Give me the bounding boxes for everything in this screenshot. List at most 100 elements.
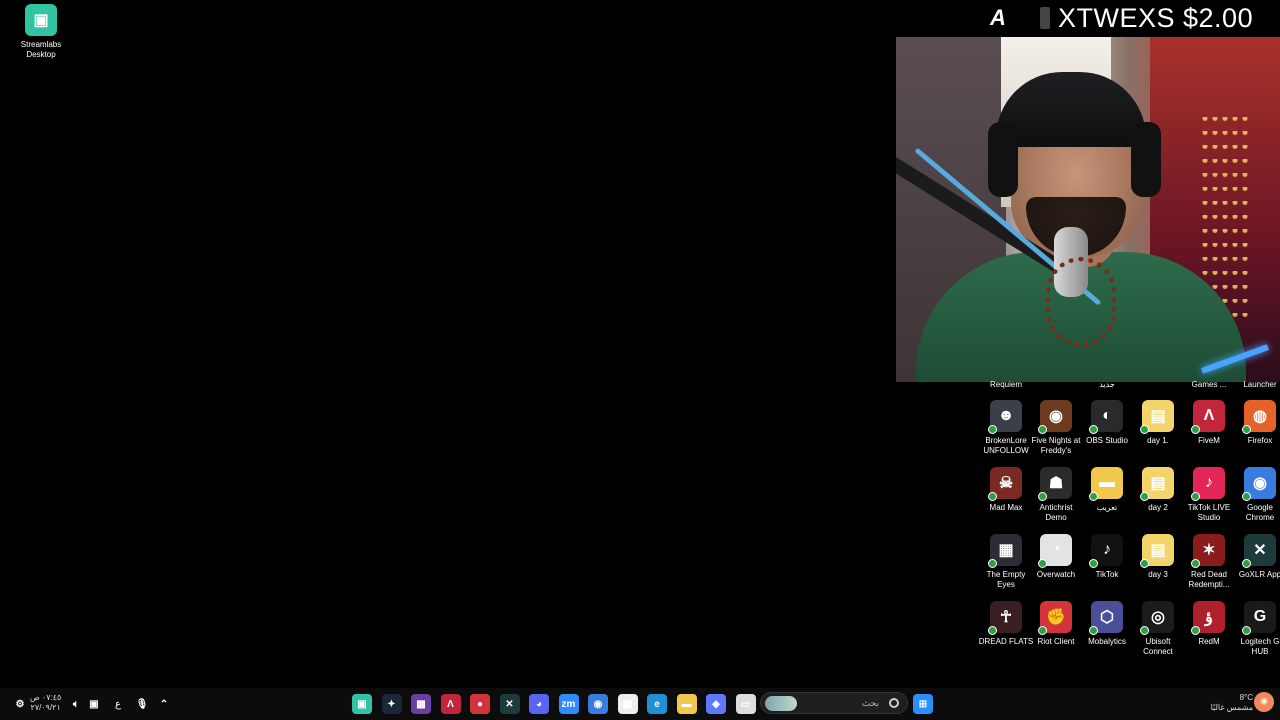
app-icon: ☻	[988, 400, 1022, 434]
desktop-icon[interactable]: ☻ BrokenLore UNFOLLOW	[980, 400, 1032, 456]
taskbar-search[interactable]: بحث	[760, 692, 908, 714]
streamlabs-taskbar-icon[interactable]: ▣	[352, 694, 372, 714]
edge-taskbar-icon[interactable]: e	[647, 694, 667, 714]
sync-check-icon	[1140, 425, 1149, 434]
desktop-icon[interactable]: G Logitech G HUB	[1234, 601, 1280, 657]
desktop-icon-label: Mad Max	[989, 503, 1023, 512]
copilot-taskbar-icon[interactable]: ◈	[706, 694, 726, 714]
chevron-up-icon[interactable]: ⌃	[156, 694, 172, 714]
desktop-icon-label-partial[interactable]: Requiem	[980, 380, 1032, 390]
app-red-taskbar-icon[interactable]: ●	[470, 694, 490, 714]
desktop-icon[interactable]: ▤ day 1.	[1132, 400, 1184, 446]
sync-check-icon	[1089, 492, 1098, 501]
sync-check-icon	[1140, 492, 1149, 501]
app-icon: ⬡	[1089, 601, 1123, 635]
desktop-icon[interactable]: ▤ day 3	[1132, 534, 1184, 580]
desktop-icon[interactable]: ✕ GoXLR App	[1234, 534, 1280, 580]
sync-check-icon	[1191, 425, 1200, 434]
sync-check-icon	[1038, 559, 1047, 568]
clock-time: ٠٧:٤٥ ص	[30, 693, 62, 702]
desktop-icon-label: تعريب	[1096, 503, 1118, 512]
language-indicator[interactable]: ع	[110, 694, 126, 714]
desktop-icon-label: OBS Studio	[1086, 436, 1128, 445]
taskbar: ⚙ ٠٧:٤٥ ص ٢٧/٠٩/٢١ 🔈︎ ▣ ع 🎙︎ ⌃ ▣ ✦ ▩ Λ ● ✕ ◕ zm…	[0, 688, 1280, 720]
desktop-icon-label: Firefox	[1247, 436, 1273, 445]
streamlabs-icon: ▣	[25, 4, 57, 36]
desktop-icon-label: DREAD FLATS	[978, 637, 1034, 646]
desktop-icon[interactable]: ✶ Red Dead Redempti...	[1183, 534, 1235, 590]
weather-sun-icon: ☀	[1254, 692, 1274, 712]
sync-check-icon	[1191, 492, 1200, 501]
desktop-icon[interactable]: ◉ Five Nights at Freddy's	[1030, 400, 1082, 456]
steam-taskbar-icon[interactable]: ✦	[381, 694, 402, 714]
desktop-icon[interactable]: ▬ تعريب	[1081, 467, 1133, 513]
desktop-icon[interactable]: ♪ TikTok	[1081, 534, 1133, 580]
desktop-icon[interactable]: ☠ Mad Max	[980, 467, 1032, 513]
desktop-icon[interactable]: ◍ Firefox	[1234, 400, 1280, 446]
desktop-icon[interactable]: ▤ day 2	[1132, 467, 1184, 513]
settings-gear-icon[interactable]: ⚙	[12, 694, 28, 714]
network-icon[interactable]: ▣	[86, 694, 102, 714]
desktop-icon-label: Logitech G HUB	[1240, 637, 1280, 656]
app-icon: ◔	[1038, 534, 1072, 568]
app-icon: G	[1242, 601, 1276, 635]
desktop-icon[interactable]: ؤ RedM	[1183, 601, 1235, 647]
game-taskbar-icon[interactable]: ▩	[411, 694, 431, 714]
desktop-icon[interactable]: ◎ Ubisoft Connect	[1132, 601, 1184, 657]
speaker-icon[interactable]: 🔈︎	[68, 694, 84, 714]
sync-check-icon	[1038, 425, 1047, 434]
app-icon: ▤	[1140, 534, 1174, 568]
start-windows-icon[interactable]: ⊞	[913, 694, 933, 714]
app-icon: ▤	[1140, 400, 1174, 434]
chrome-taskbar-icon[interactable]: ◉	[588, 694, 608, 714]
desktop-icon-label: Five Nights at Freddy's	[1031, 436, 1081, 455]
sync-check-icon	[1038, 492, 1047, 501]
sync-check-icon	[1140, 626, 1149, 635]
goxlr-taskbar-icon[interactable]: ✕	[499, 694, 520, 714]
desktop-icon[interactable]: ☥ DREAD FLATS	[978, 601, 1034, 647]
window-taskbar-icon[interactable]: ▭	[735, 694, 756, 714]
app-icon: ◉	[1242, 467, 1276, 501]
overlay-donation-text: XTWEXS $2.00	[1058, 2, 1254, 33]
desktop-icon-label: Mobalytics	[1088, 637, 1126, 646]
desktop-icon-label: Streamlabs Desktop	[20, 40, 62, 59]
app-icon: ✊	[1038, 601, 1072, 635]
sync-check-icon	[988, 492, 997, 501]
app-icon: ✶	[1191, 534, 1225, 568]
clock[interactable]: ٠٧:٤٥ ص ٢٧/٠٩/٢١	[30, 693, 61, 713]
search-placeholder: بحث	[861, 697, 879, 708]
desktop-icon[interactable]: ✊ Riot Client	[1030, 601, 1082, 647]
desktop-icon[interactable]: ▦ The Empty Eyes	[980, 534, 1032, 590]
microphone-icon[interactable]: 🎙︎	[134, 694, 150, 714]
desktop-icon[interactable]: Λ FiveM	[1183, 400, 1235, 446]
desktop-icon-label: GoXLR App	[1238, 570, 1280, 579]
app-icon: ▦	[988, 534, 1022, 568]
fivem-taskbar-icon[interactable]: Λ	[440, 694, 461, 714]
sync-check-icon	[1089, 559, 1098, 568]
explorer-taskbar-icon[interactable]: ▬	[676, 694, 697, 714]
overlay-logo: A	[990, 5, 1006, 30]
sync-check-icon	[1038, 626, 1047, 635]
weather-widget[interactable]: 8°C مشمس غالبًا	[1205, 693, 1253, 713]
desktop-icon-label-partial[interactable]: Launcher	[1234, 380, 1280, 390]
zoom-taskbar-icon[interactable]: zm	[558, 694, 579, 714]
desktop-icon[interactable]: ☗ Antichrist Demo	[1030, 467, 1082, 523]
app-icon: ☗	[1038, 467, 1072, 501]
desktop-icon[interactable]: ◉ Google Chrome	[1234, 467, 1280, 523]
sync-check-icon	[1242, 626, 1251, 635]
store-taskbar-icon[interactable]: ▦	[617, 694, 638, 714]
app-icon: ♪	[1191, 467, 1225, 501]
weather-desc: مشمس غالبًا	[1210, 703, 1253, 712]
app-icon: ◍	[1242, 400, 1276, 434]
discord-taskbar-icon[interactable]: ◕	[529, 694, 549, 714]
app-icon: ◎	[1140, 601, 1174, 635]
app-icon: ☠	[988, 467, 1022, 501]
desktop-icon[interactable]: ♪ TikTok LIVE Studio	[1183, 467, 1235, 523]
desktop-icon-label-partial[interactable]: جديد	[1081, 380, 1133, 390]
desktop-icon[interactable]: ◐ OBS Studio	[1081, 400, 1133, 446]
desktop-icon-streamlabs[interactable]: ▣ Streamlabs Desktop	[15, 4, 67, 60]
desktop-icon-label: day 3	[1148, 570, 1168, 579]
desktop-icon[interactable]: ◔ Overwatch	[1030, 534, 1082, 580]
desktop-icon-label-partial[interactable]: Games ...	[1183, 380, 1235, 390]
desktop-icon[interactable]: ⬡ Mobalytics	[1081, 601, 1133, 647]
